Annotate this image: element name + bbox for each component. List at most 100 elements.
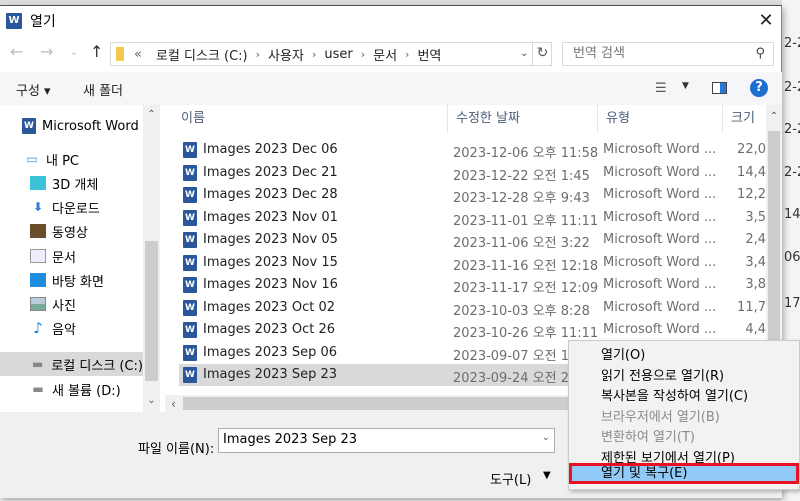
scroll-up-icon[interactable]: ⌃ (143, 109, 160, 120)
file-row[interactable]: W Images 2023 Oct 02 2023-10-03 오후 8:28 … (179, 297, 766, 319)
address-bar[interactable]: « 로컬 디스크 (C:) › 사용자 › user › 문서 › 번역 (110, 42, 552, 66)
sidebar-item-music[interactable]: ♪ 음악 (0, 316, 143, 340)
column-header-size[interactable]: 크기 (723, 105, 766, 133)
file-size: 11,7 (737, 299, 766, 315)
filename-input[interactable]: Images 2023 Sep 23 ⌄ (218, 428, 555, 453)
caret-down-icon[interactable]: ▼ (543, 470, 551, 481)
file-name: Images 2023 Sep 06 (203, 344, 338, 360)
word-doc-icon: W (183, 367, 197, 383)
sidebar-item-label: 다운로드 (52, 201, 100, 217)
file-date: 2023-12-22 오전 1:45 (453, 168, 590, 184)
file-type: Microsoft Word ... (603, 254, 717, 270)
breadcrumb-translation[interactable]: 번역 (417, 45, 441, 64)
close-icon[interactable]: ✕ (752, 8, 780, 34)
chevron-right-icon[interactable]: › (312, 48, 316, 61)
up-icon[interactable]: ↑ (90, 42, 103, 61)
file-row[interactable]: W Images 2023 Nov 16 2023-11-17 오전 12:09… (179, 274, 766, 296)
column-header-date[interactable]: 수정한 날짜 (448, 105, 598, 133)
drive-icon: ▬ (31, 357, 44, 371)
word-doc-icon: W (183, 187, 197, 203)
chevron-right-icon[interactable]: › (405, 48, 409, 61)
preview-pane-icon[interactable] (712, 82, 727, 94)
sidebar-item-3d-objects[interactable]: 3D 개체 (0, 171, 143, 195)
scroll-up-icon[interactable]: ⌃ (766, 111, 782, 122)
sidebar-item-label: 음악 (52, 322, 76, 338)
search-input[interactable]: 번역 검색 ⚲ (562, 42, 774, 66)
file-name: Images 2023 Nov 05 (203, 232, 338, 247)
chevron-right-icon[interactable]: › (256, 48, 260, 61)
organize-button[interactable]: 구성 ▾ (16, 80, 51, 99)
sidebar-item-microsoft-word[interactable]: W Microsoft Word (0, 114, 143, 138)
word-doc-icon: W (183, 299, 197, 316)
file-name: Images 2023 Dec 21 (203, 164, 338, 180)
file-row[interactable]: W Images 2023 Nov 05 2023-11-06 오전 3:22 … (179, 229, 766, 251)
sidebar-scroll-thumb[interactable] (145, 241, 158, 381)
filename-label: 파일 이름(N): (138, 442, 215, 457)
video-icon (30, 224, 46, 238)
caret-down-icon[interactable]: ▼ (682, 81, 689, 91)
back-icon[interactable]: ← (10, 42, 23, 61)
background-text: 2-28 (784, 80, 800, 95)
scroll-down-icon[interactable]: ⌄ (143, 395, 160, 406)
file-row[interactable]: W Images 2023 Dec 28 2023-12-28 오후 9:43 … (179, 184, 766, 206)
file-name: Images 2023 Dec 28 (203, 187, 338, 202)
word-doc-icon: W (183, 277, 197, 293)
tools-button[interactable]: 도구(L) (490, 469, 531, 488)
menu-item[interactable]: 열기(O) (569, 345, 799, 366)
column-header-type[interactable]: 유형 (598, 105, 723, 133)
word-doc-icon: W (183, 344, 197, 361)
file-type: Microsoft Word ... (603, 187, 717, 202)
word-icon: W (6, 13, 22, 29)
sidebar-item-label: 로컬 디스크 (C:) (51, 358, 143, 374)
file-row[interactable]: W Images 2023 Nov 01 2023-11-01 오후 11:11… (179, 207, 766, 229)
breadcrumb-overflow[interactable]: « (134, 47, 142, 62)
chevron-down-icon[interactable]: ⌄ (520, 42, 532, 66)
background-text: 2-22 (784, 165, 800, 180)
sidebar-item-local-disk-c[interactable]: ▬ 로컬 디스크 (C:) (0, 352, 143, 376)
search-placeholder: 번역 검색 (573, 46, 625, 61)
file-row[interactable]: W Images 2023 Nov 15 2023-11-16 오전 12:18… (179, 252, 766, 274)
breadcrumb-local-disk[interactable]: 로컬 디스크 (C:) (156, 45, 248, 64)
menu-item[interactable]: 복사본을 작성하여 열기(C) (569, 386, 799, 407)
menu-item[interactable]: 열기 및 복구(E) (569, 463, 799, 484)
file-row[interactable]: W Images 2023 Dec 06 2023-12-06 오후 11:58… (179, 139, 766, 161)
sidebar-item-label: Microsoft Word (42, 118, 139, 134)
file-date: 2023-12-28 오후 9:43 (453, 191, 590, 206)
chevron-down-icon[interactable]: ⌄ (542, 432, 550, 443)
new-folder-button[interactable]: 새 폴더 (83, 80, 123, 99)
chevron-right-icon[interactable]: › (361, 48, 365, 61)
sidebar-item-videos[interactable]: 동영상 (0, 219, 143, 243)
horizontal-scroll-thumb[interactable] (183, 397, 583, 410)
sidebar-item-volume-d[interactable]: ▬ 새 볼륨 (D:) (0, 377, 143, 401)
sidebar-item-my-pc[interactable]: ▭ 내 PC (0, 147, 143, 171)
menu-item[interactable]: 읽기 전용으로 열기(R) (569, 366, 799, 387)
file-date: 2023-11-17 오전 12:09 (453, 281, 599, 296)
file-date: 2023-11-01 오후 11:11 (453, 213, 599, 229)
refresh-icon[interactable]: ↻ (532, 42, 552, 66)
background-text: 17 (784, 296, 800, 311)
folder-icon (116, 47, 124, 61)
sidebar-item-pictures[interactable]: 사진 (0, 292, 143, 316)
background-text: 2-28 (784, 122, 800, 137)
sidebar-item-desktop[interactable]: 바탕 화면 (0, 268, 143, 292)
desktop-icon (30, 273, 46, 287)
file-row[interactable]: W Images 2023 Dec 21 2023-12-22 오전 1:45 … (179, 162, 766, 184)
pc-icon: ▭ (26, 152, 38, 166)
forward-icon[interactable]: → (40, 42, 53, 61)
file-date: 2023-10-26 오후 11:11 (453, 326, 599, 341)
breadcrumb-user[interactable]: user (324, 47, 352, 62)
word-icon: W (22, 118, 36, 134)
breadcrumb-documents[interactable]: 문서 (373, 45, 397, 64)
scroll-left-icon[interactable]: ‹ (165, 397, 182, 411)
sidebar-item-downloads[interactable]: ⬇ 다운로드 (0, 195, 143, 219)
view-list-icon[interactable]: ☰ (655, 81, 667, 96)
breadcrumb-users[interactable]: 사용자 (268, 45, 304, 64)
file-type: Microsoft Word ... (603, 142, 717, 157)
sidebar-item-documents[interactable]: 문서 (0, 244, 143, 268)
recent-chevron-icon[interactable]: ⌄ (70, 47, 78, 58)
help-icon[interactable]: ? (750, 79, 768, 97)
file-row[interactable]: W Images 2023 Oct 26 2023-10-26 오후 11:11… (179, 319, 766, 341)
menu-item: 변환하여 열기(T) (601, 430, 695, 445)
navigation-bar: ← → ⌄ ↑ « 로컬 디스크 (C:) › 사용자 › user › 문서 … (0, 38, 782, 70)
file-name: Images 2023 Nov 16 (203, 277, 338, 292)
